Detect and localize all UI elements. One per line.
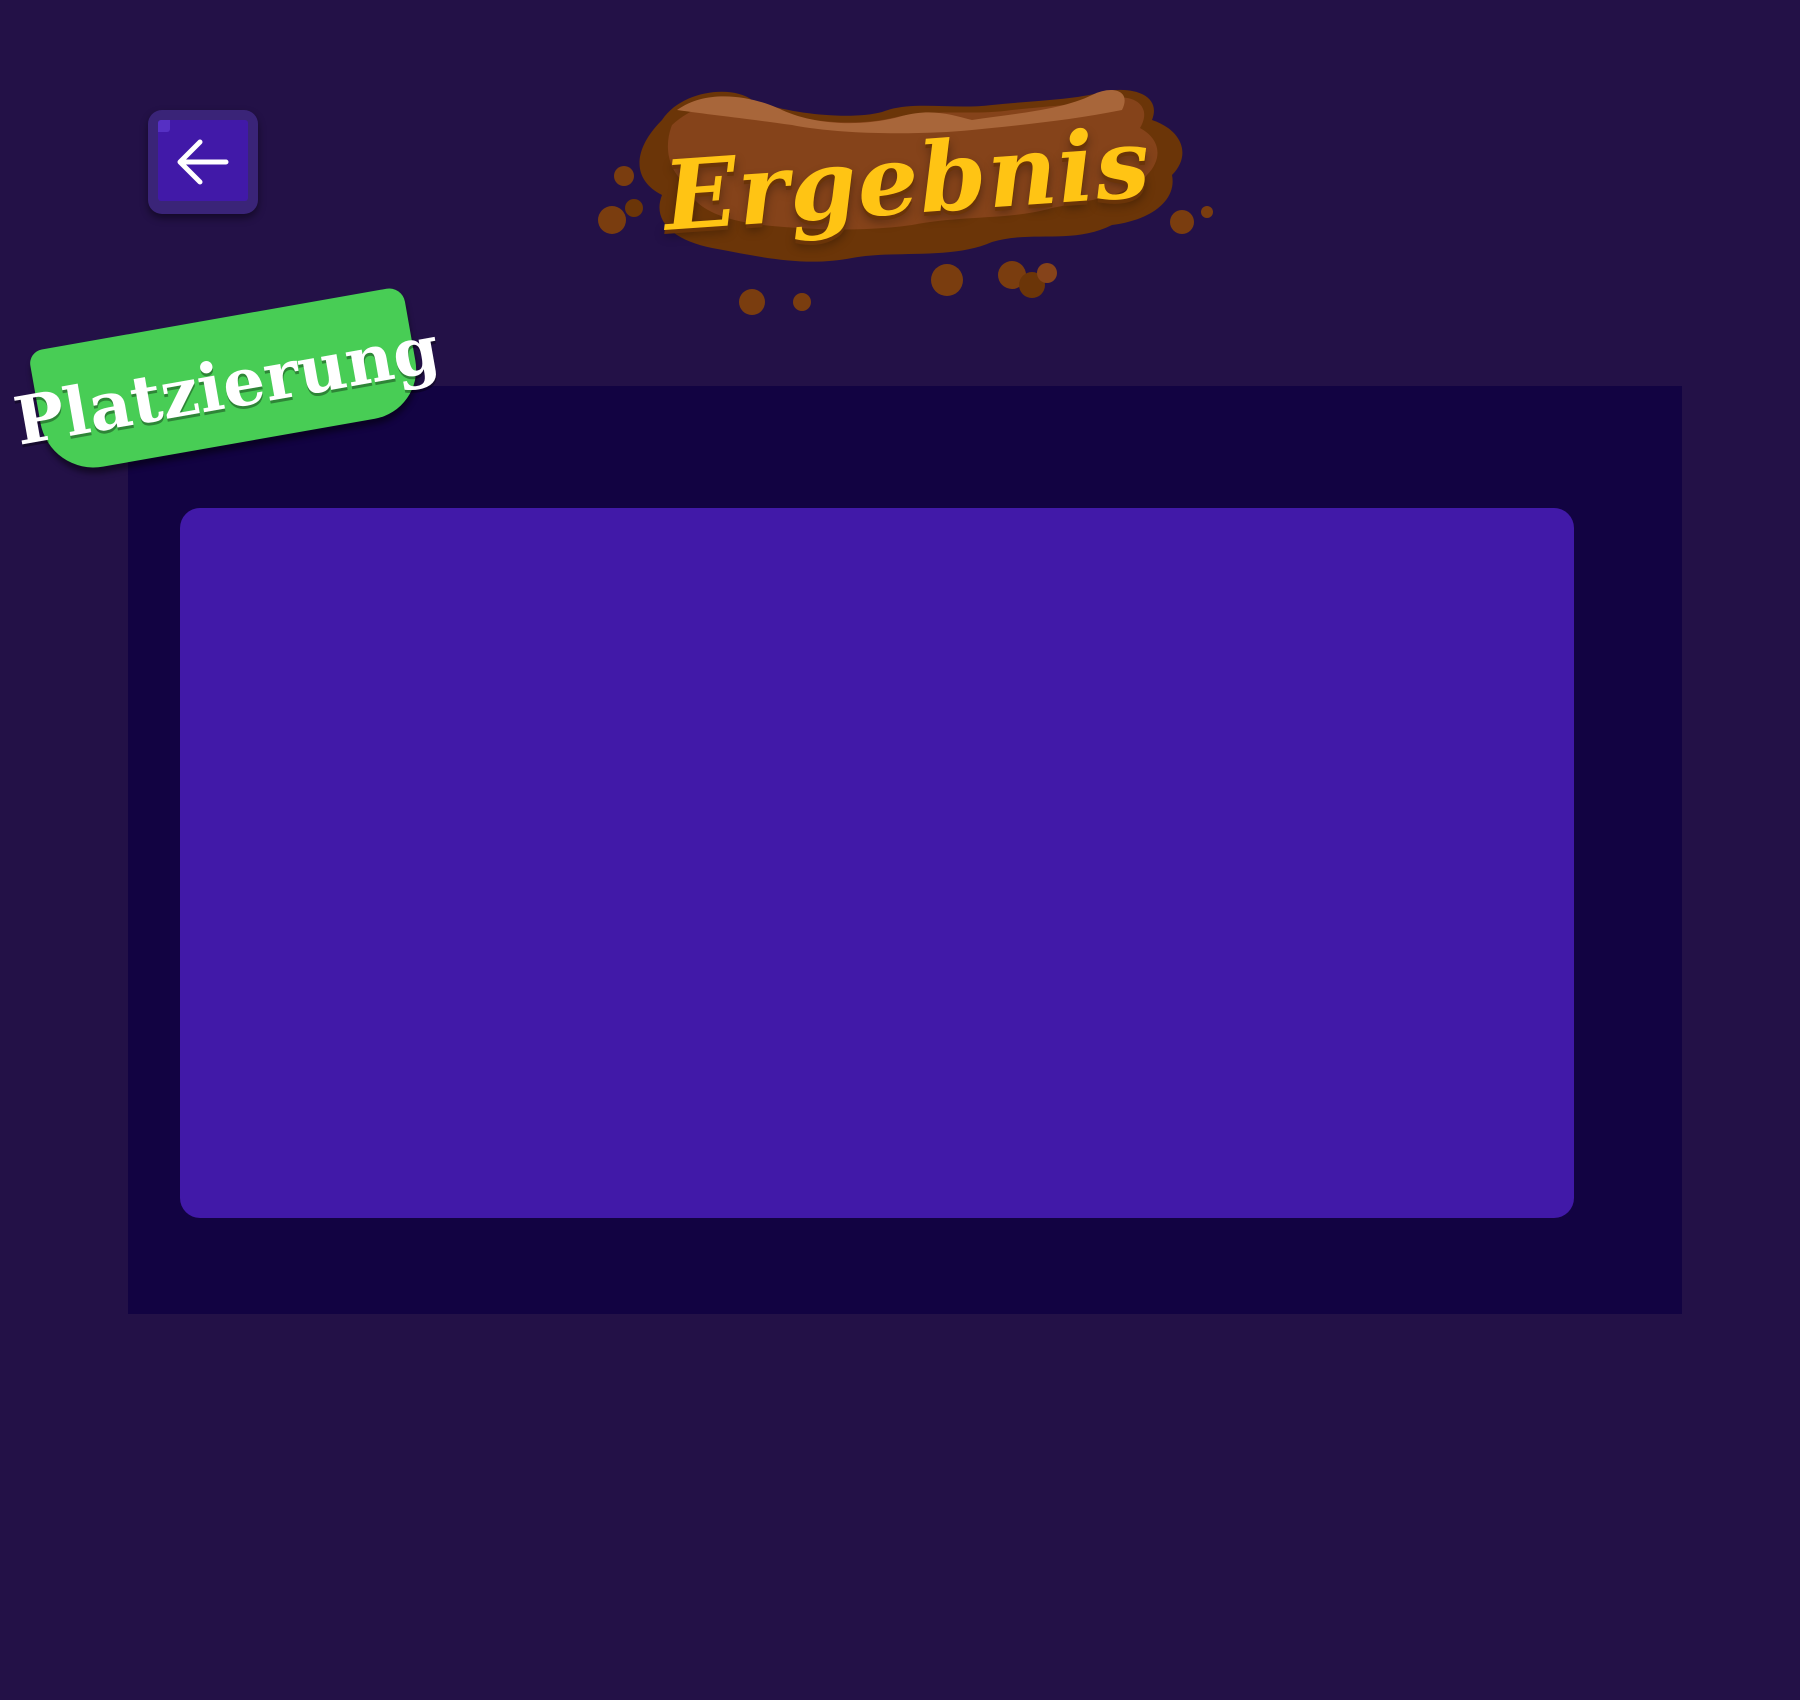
arrow-left-icon bbox=[177, 139, 229, 185]
back-button-notch bbox=[158, 120, 170, 132]
results-list-area bbox=[180, 508, 1574, 1218]
back-button[interactable] bbox=[148, 110, 258, 214]
title-banner: Ergebnis bbox=[592, 80, 1222, 320]
results-panel bbox=[128, 386, 1682, 1314]
